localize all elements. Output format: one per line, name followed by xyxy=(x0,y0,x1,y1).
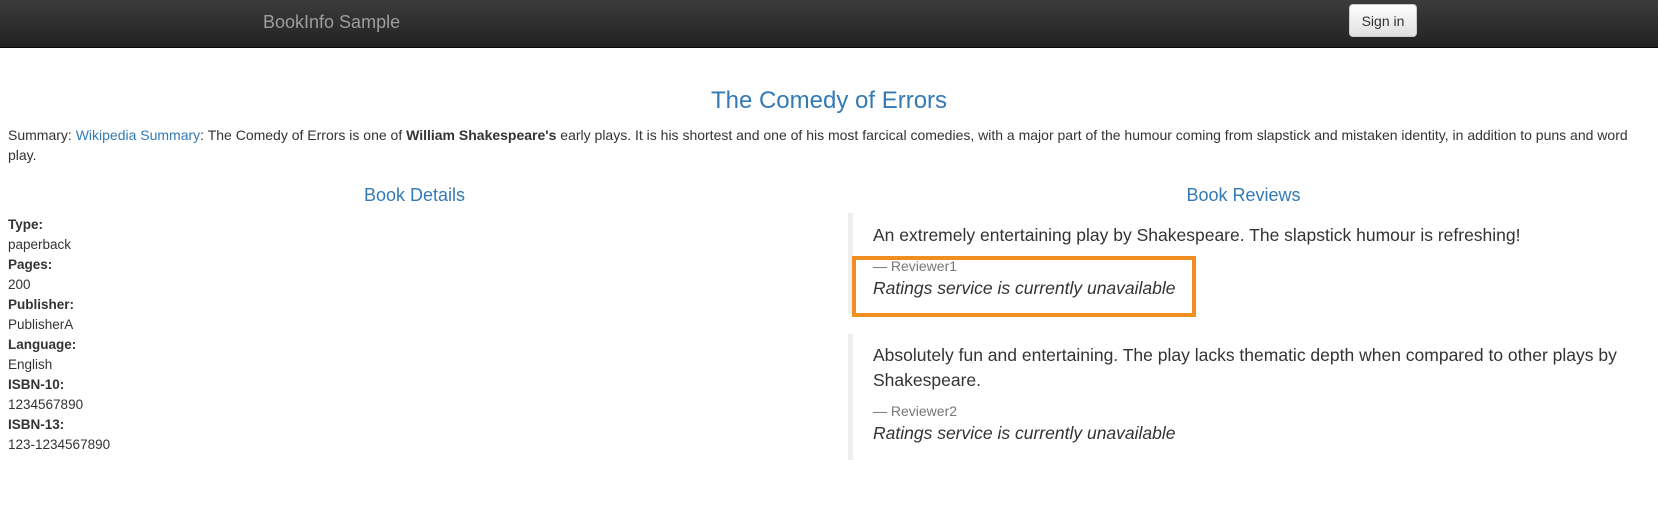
review-item: An extremely entertaining play by Shakes… xyxy=(848,213,1638,313)
sign-in-button[interactable]: Sign in xyxy=(1349,4,1417,37)
detail-label-isbn10: ISBN-10: xyxy=(8,377,65,392)
detail-value-publisher: PublisherA xyxy=(8,317,74,332)
book-reviews-heading: Book Reviews xyxy=(1186,185,1301,205)
summary-prefix: Summary: xyxy=(8,127,76,143)
detail-label-pages: Pages: xyxy=(8,257,53,272)
review-author: — Reviewer1 xyxy=(873,258,958,274)
detail-label-isbn13: ISBN-13: xyxy=(8,417,65,432)
summary-author: William Shakespeare's xyxy=(406,127,557,143)
detail-label-type: Type: xyxy=(8,217,44,232)
detail-value-isbn13: 123-1234567890 xyxy=(8,437,111,452)
review-text: An extremely entertaining play by Shakes… xyxy=(873,225,1521,245)
review-item: Absolutely fun and entertaining. The pla… xyxy=(848,334,1638,460)
book-details-heading: Book Details xyxy=(363,185,466,205)
detail-label-language: Language: xyxy=(8,337,77,352)
book-details-list: Type: paperback Pages: 200 Publisher: Pu… xyxy=(8,215,110,455)
review-author: — Reviewer2 xyxy=(873,403,958,419)
detail-value-pages: 200 xyxy=(8,277,31,292)
summary-mid: : The Comedy of Errors is one of xyxy=(200,127,407,143)
navbar: BookInfo Sample Sign in xyxy=(0,0,1658,48)
detail-value-type: paperback xyxy=(8,237,72,252)
detail-value-language: English xyxy=(8,357,53,372)
detail-label-publisher: Publisher: xyxy=(8,297,75,312)
navbar-brand[interactable]: BookInfo Sample xyxy=(263,11,400,33)
detail-value-isbn10: 1234567890 xyxy=(8,397,84,412)
book-summary: Summary: Wikipedia Summary: The Comedy o… xyxy=(8,125,1648,165)
page-title: The Comedy of Errors xyxy=(710,87,948,114)
review-text: Absolutely fun and entertaining. The pla… xyxy=(873,345,1617,390)
review-rating: Ratings service is currently unavailable xyxy=(873,278,1176,298)
review-rating: Ratings service is currently unavailable xyxy=(873,423,1176,443)
wikipedia-summary-link[interactable]: Wikipedia Summary xyxy=(76,127,200,143)
